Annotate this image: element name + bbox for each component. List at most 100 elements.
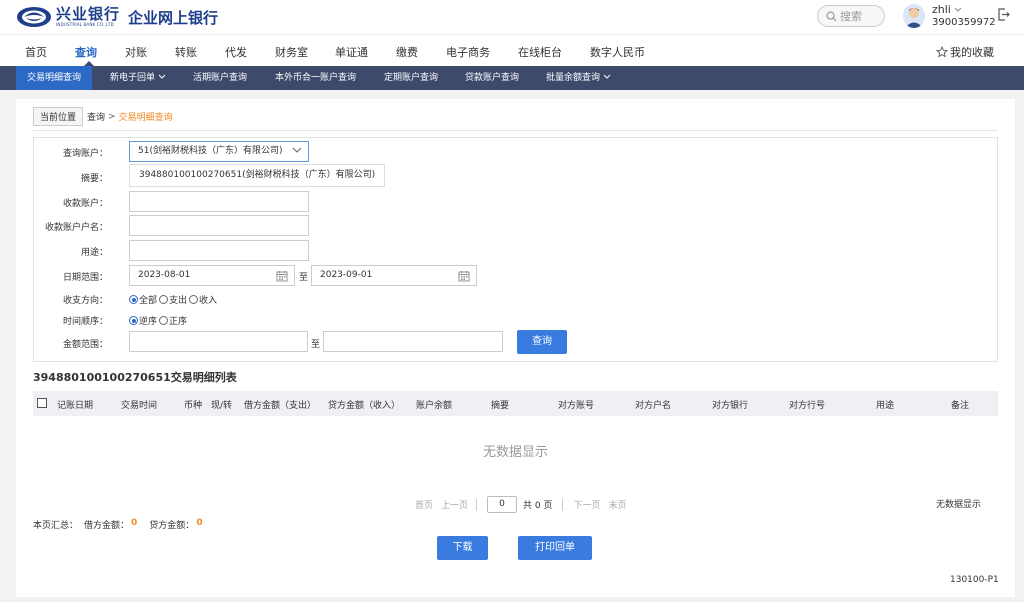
payee-name-input[interactable] <box>129 215 309 236</box>
nav-reconcile[interactable]: 对账 <box>125 44 147 60</box>
col-counter-name[interactable]: 对方户名 <box>635 398 671 411</box>
print-receipt-button[interactable]: 打印回单 <box>518 536 592 560</box>
direction-all-radio[interactable] <box>129 295 138 304</box>
col-cash-transfer[interactable]: 现/转 <box>211 398 232 411</box>
payee-account-input[interactable] <box>129 191 309 212</box>
nav-digital-rmb[interactable]: 数字人民币 <box>590 44 645 60</box>
account-select[interactable]: 51(剑裕财税科技（广东）有限公司) <box>129 141 309 162</box>
page-summary: 本页汇总： 借方金额： 0 贷方金额： 0 <box>33 518 215 531</box>
col-remark[interactable]: 备注 <box>951 398 969 411</box>
date-from-input[interactable]: 2023-08-01 <box>129 265 295 286</box>
direction-out-radio[interactable] <box>159 295 169 304</box>
empty-table-message: 无数据显示 <box>482 445 548 460</box>
divider <box>33 130 998 131</box>
nav-documents[interactable]: 单证通 <box>335 44 368 60</box>
select-all-checkbox[interactable] <box>37 398 47 408</box>
nav-payroll[interactable]: 代发 <box>225 44 247 60</box>
pager-first[interactable]: 首页 <box>415 498 433 511</box>
date-to-input[interactable]: 2023-09-01 <box>311 265 477 286</box>
table-header: 记账日期 交易时间 币种 现/转 借方金额（支出） 贷方金额（收入） 账户余额 … <box>33 391 998 416</box>
order-radio-group: 逆序 正序 <box>129 314 189 327</box>
subnav-current-account[interactable]: 活期账户查询 <box>193 66 247 90</box>
pager-last[interactable]: 末页 <box>609 498 627 511</box>
nav-home[interactable]: 首页 <box>25 44 47 60</box>
pager-next[interactable]: 下一页 <box>573 498 600 511</box>
logout-icon[interactable] <box>998 8 1010 24</box>
download-button[interactable]: 下载 <box>437 536 488 560</box>
search-box[interactable]: 搜索 <box>817 5 885 27</box>
col-trade-time[interactable]: 交易时间 <box>121 398 157 411</box>
credit-total: 0 <box>196 518 203 528</box>
col-posting-date[interactable]: 记账日期 <box>57 398 93 411</box>
chevron-down-icon <box>292 147 302 153</box>
subnav-fixed-account[interactable]: 定期账户查询 <box>384 66 438 90</box>
top-header: 兴业银行 INDUSTRIAL BANK CO.,LTD 企业网上银行 搜索 z… <box>0 0 1024 34</box>
account-label: 查询账户： <box>62 149 108 159</box>
amount-separator: 至 <box>311 340 321 350</box>
pager-divider <box>562 498 564 511</box>
pager-total: 共 0 页 <box>523 501 553 511</box>
user-name[interactable]: zhli <box>932 3 962 16</box>
amount-to-input[interactable] <box>323 331 503 352</box>
order-asc-radio[interactable] <box>159 316 169 325</box>
sub-nav: 交易明细查询 新电子回单 活期账户查询 本外币合一账户查询 定期账户查询 贷款账… <box>0 66 1024 90</box>
user-avatar[interactable] <box>903 4 925 28</box>
pager-divider <box>476 498 478 511</box>
search-icon <box>826 11 837 22</box>
nav-finance[interactable]: 财务室 <box>275 44 308 60</box>
subnav-e-receipt[interactable]: 新电子回单 <box>110 66 166 90</box>
table-title: 394880100100270651交易明细列表 <box>33 371 237 384</box>
pager-status: 无数据显示 <box>936 500 982 510</box>
nav-online-counter[interactable]: 在线柜台 <box>518 44 562 60</box>
col-counter-account[interactable]: 对方账号 <box>558 398 594 411</box>
breadcrumb-current: 交易明细查询 <box>118 113 173 123</box>
chevron-down-icon <box>603 74 611 79</box>
bank-logo[interactable]: 兴业银行 INDUSTRIAL BANK CO.,LTD 企业网上银行 <box>16 6 218 28</box>
direction-in-radio[interactable] <box>189 295 199 304</box>
subnav-multi-currency[interactable]: 本外币合一账户查询 <box>275 66 356 90</box>
page-number-input[interactable]: 0 <box>487 496 518 513</box>
favorites-link[interactable]: 我的收藏 <box>936 44 994 60</box>
nav-transfer[interactable]: 转账 <box>175 44 197 60</box>
pager-prev[interactable]: 上一页 <box>441 498 468 511</box>
query-button[interactable]: 查询 <box>517 330 567 354</box>
account-suggestion-item[interactable]: 394880100100270651(剑裕财税科技（广东）有限公司) <box>129 164 385 187</box>
content-panel: 当前位置 查询 > 交易明细查询 查询账户： 51(剑裕财税科技（广东）有限公司… <box>16 99 1015 597</box>
col-summary[interactable]: 摘要 <box>491 398 509 411</box>
product-name: 企业网上银行 <box>128 8 219 27</box>
nav-query[interactable]: 查询 <box>75 44 97 60</box>
subnav-transaction-detail[interactable]: 交易明细查询 <box>16 66 93 90</box>
col-credit[interactable]: 贷方金额（收入） <box>328 398 400 411</box>
amount-from-input[interactable] <box>129 331 308 352</box>
purpose-label: 用途： <box>80 248 108 258</box>
col-debit[interactable]: 借方金额（支出） <box>244 398 316 411</box>
breadcrumb-query[interactable]: 查询 <box>87 110 105 123</box>
col-balance[interactable]: 账户余额 <box>416 398 452 411</box>
query-form: 查询账户： 51(剑裕财税科技（广东）有限公司) 摘要： 39488010010… <box>33 137 998 362</box>
calendar-icon[interactable] <box>458 270 470 282</box>
order-label: 时间顺序： <box>62 317 108 327</box>
bank-logo-icon <box>16 6 52 28</box>
order-desc-radio[interactable] <box>129 316 138 325</box>
debit-total: 0 <box>131 518 138 528</box>
subnav-loan-account[interactable]: 贷款账户查询 <box>465 66 519 90</box>
subnav-batch-balance[interactable]: 批量余额查询 <box>546 66 611 90</box>
calendar-icon[interactable] <box>276 270 288 282</box>
date-range-label: 日期范围： <box>62 273 108 283</box>
main-nav: 首页 查询 对账 转账 代发 财务室 单证通 缴费 电子商务 在线柜台 数字人民… <box>0 34 1024 66</box>
page-code: 130100-P1 <box>950 575 999 585</box>
search-placeholder: 搜索 <box>840 10 862 23</box>
chevron-down-icon <box>955 7 962 12</box>
star-icon <box>936 46 948 58</box>
nav-ecommerce[interactable]: 电子商务 <box>446 44 490 60</box>
pagination: 首页 上一页 0 共 0 页 下一页 末页 <box>415 496 635 513</box>
col-purpose[interactable]: 用途 <box>876 398 894 411</box>
chevron-down-icon <box>158 74 166 79</box>
purpose-input[interactable] <box>129 240 309 261</box>
summary-label: 摘要： <box>80 174 108 184</box>
nav-payment[interactable]: 缴费 <box>396 44 418 60</box>
col-currency[interactable]: 币种 <box>184 398 202 411</box>
col-counter-bank-code[interactable]: 对方行号 <box>789 398 825 411</box>
bank-name-cn: 兴业银行 <box>56 5 121 23</box>
col-counter-bank[interactable]: 对方银行 <box>712 398 748 411</box>
